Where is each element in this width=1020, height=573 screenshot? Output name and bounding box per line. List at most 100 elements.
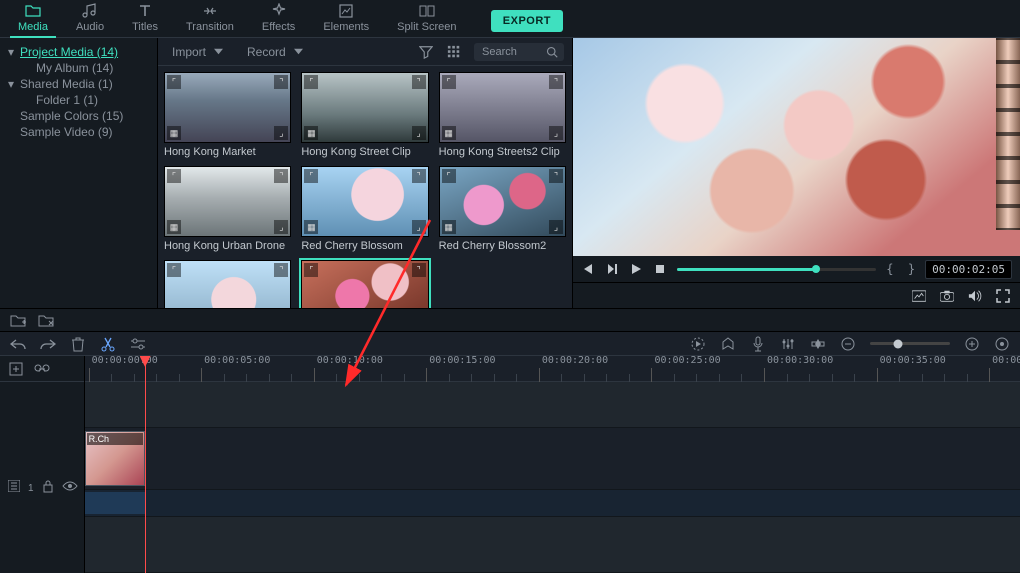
volume-icon[interactable] [968,289,982,303]
zoom-out-icon[interactable] [840,336,856,352]
media-clip[interactable]: ⌜⌝▦⌟Red Cherry Blossom2 [439,166,566,252]
voiceover-icon[interactable] [750,336,766,352]
media-clip[interactable]: ⌜⌝▦⌟ Red Cherry Blossom [301,166,428,252]
spacer-track-2[interactable] [85,517,1020,573]
tab-audio[interactable]: Audio [62,0,118,37]
ruler-minor-tick [944,374,945,382]
add-to-timeline-icon[interactable]: ▦ [304,220,318,234]
stop-button[interactable] [653,262,667,276]
corner-marker-icon: ⌝ [412,263,426,277]
tab-label: Titles [132,21,158,33]
video-track-1[interactable]: R.Ch [85,428,1020,489]
zoom-in-icon[interactable] [964,336,980,352]
tree-item-label: Sample Video (9) [20,125,113,139]
media-clip[interactable]: ⌜⌝▦⌟Hong Kong Streets2 Clip [439,72,566,158]
media-clip-label: Red Cherry Blossom [301,240,428,252]
timeline-ruler[interactable]: 00:00:00:0000:00:05:0000:00:10:0000:00:1… [85,356,1020,382]
tree-item[interactable]: Sample Video (9) [4,124,153,140]
export-button[interactable]: EXPORT [491,10,563,32]
tab-effects[interactable]: Effects [248,0,309,37]
tab-split[interactable]: Split Screen [383,0,470,37]
link-icon[interactable] [34,361,50,377]
media-clip[interactable]: ⌜⌝▦⌟Hong Kong Urban Drone [164,166,291,252]
filmstrip-indicator [996,38,1020,230]
render-icon[interactable] [690,336,706,352]
delete-icon[interactable] [70,336,86,352]
split-icon[interactable] [100,336,116,352]
tab-elements[interactable]: Elements [309,0,383,37]
tree-item[interactable]: ▾Project Media (14) [4,44,153,60]
media-clip-label: Hong Kong Market [164,146,291,158]
ruler-minor-tick [471,374,472,382]
project-tree[interactable]: ▾Project Media (14)My Album (14)▾Shared … [0,38,158,308]
media-thumbnail[interactable]: ⌜⌝▦⌟ [164,72,291,143]
track-index: 1 [28,483,34,494]
tab-transition[interactable]: Transition [172,0,248,37]
filter-icon[interactable] [418,44,434,60]
tab-titles[interactable]: Titles [118,0,172,37]
snapshot-icon[interactable] [940,289,954,303]
add-to-timeline-icon[interactable]: ▦ [167,220,181,234]
corner-marker-icon: ⌟ [412,126,426,140]
media-thumbnail[interactable]: ⌜⌝▦⌟ [301,166,428,237]
media-thumbnail[interactable]: ⌜⌝▦⌟ [301,72,428,143]
fullscreen-icon[interactable] [996,289,1010,303]
search-box[interactable] [474,43,564,61]
record-dropdown[interactable]: Record [241,43,309,61]
marker-icon[interactable] [720,336,736,352]
media-clip[interactable]: ⌜⌝▦⌟ Hong Kong Market [164,72,291,158]
step-back-button[interactable] [605,262,619,276]
media-clip[interactable]: ⌜⌝▦✓Red Cherry Blossom4 [301,260,428,308]
tree-item[interactable]: My Album (14) [4,60,153,76]
remove-folder-icon[interactable] [38,312,54,328]
tree-item-label: Sample Colors (15) [20,109,123,123]
tree-item-label: Project Media (14) [20,45,118,59]
add-to-timeline-icon[interactable]: ▦ [304,126,318,140]
add-track-icon[interactable] [8,361,24,377]
corner-marker-icon: ⌜ [442,169,456,183]
redo-icon[interactable] [40,336,56,352]
preview-canvas[interactable] [573,38,1020,256]
play-button[interactable] [629,262,643,276]
prev-frame-button[interactable] [581,262,595,276]
add-to-timeline-icon[interactable]: ▦ [167,126,181,140]
add-to-timeline-icon[interactable]: ▦ [442,126,456,140]
media-thumbnail[interactable]: ⌜⌝▦⌟ [439,166,566,237]
grid-view-icon[interactable] [446,44,462,60]
track-options-icon[interactable] [6,478,22,494]
add-to-timeline-icon[interactable]: ▦ [442,220,456,234]
timeline-audio-clip[interactable] [85,492,145,515]
lock-icon[interactable] [40,478,56,494]
media-thumbnail[interactable]: ⌜⌝▦✓ [301,260,428,308]
zoom-slider[interactable] [870,342,950,345]
playhead[interactable] [145,356,146,573]
timeline-clip[interactable]: R.Ch [85,431,145,485]
spacer-track[interactable] [85,382,1020,428]
quality-icon[interactable] [912,289,926,303]
audio-mixer-icon[interactable] [780,336,796,352]
import-dropdown[interactable]: Import [166,43,229,61]
media-thumbnail[interactable]: ⌜⌝▦⌟ [164,166,291,237]
tree-item[interactable]: Sample Colors (15) [4,108,153,124]
preview-progress[interactable] [677,268,876,271]
keyframe-icon[interactable] [810,336,826,352]
visibility-icon[interactable] [62,478,78,494]
media-thumbnail[interactable]: ⌜⌝▦⌟ [439,72,566,143]
audio-track-1[interactable] [85,490,1020,518]
tree-item[interactable]: Folder 1 (1) [4,92,153,108]
tree-item[interactable]: ▾Shared Media (1) [4,76,153,92]
corner-marker-icon: ⌟ [274,220,288,234]
search-input[interactable] [480,45,542,59]
timeline-body[interactable]: 00:00:00:0000:00:05:0000:00:10:0000:00:1… [85,356,1020,573]
new-folder-icon[interactable] [10,312,26,328]
media-clip[interactable]: ⌜⌝▦⌟Hong Kong Street Clip [301,72,428,158]
media-clip-label: Hong Kong Street Clip [301,146,428,158]
media-thumbnail[interactable]: ⌜⌝▦⌟ [164,260,291,308]
tab-media[interactable]: Media [4,0,62,37]
ruler-minor-tick [899,374,900,382]
undo-icon[interactable] [10,336,26,352]
media-clip[interactable]: ⌜⌝▦⌟Red Cherry Blossom3 [164,260,291,308]
edit-tools-icon[interactable] [130,336,146,352]
zoom-fit-icon[interactable] [994,336,1010,352]
ruler-minor-tick [291,374,292,382]
